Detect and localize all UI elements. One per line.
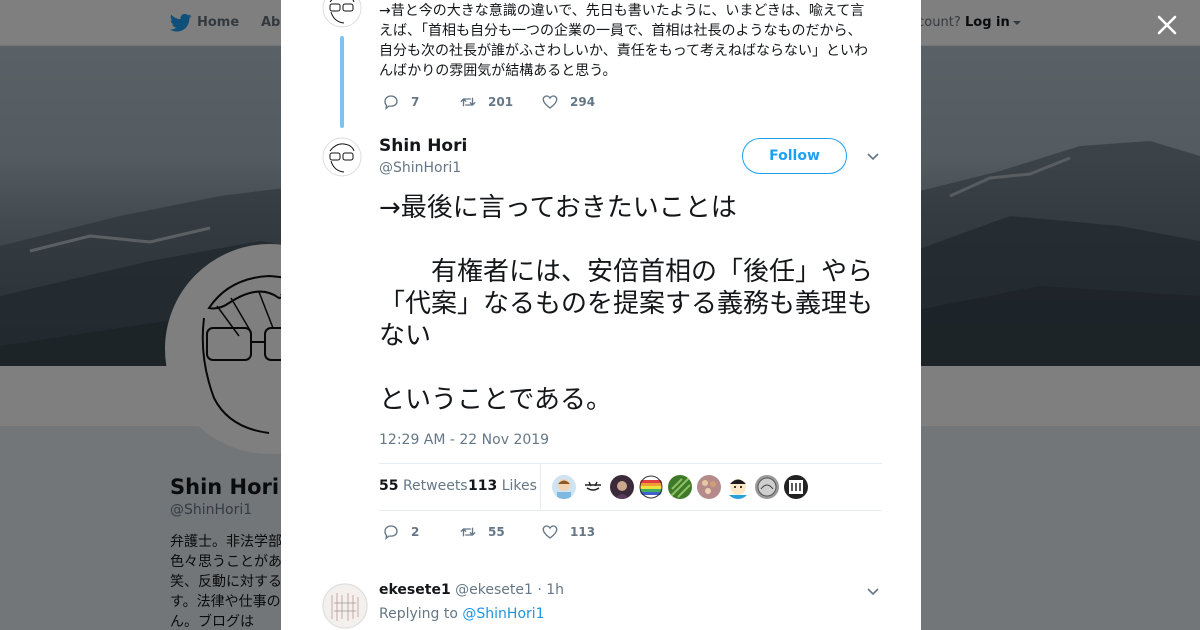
replying-to-link[interactable]: @ShinHori1 [462,606,544,622]
tweet-text: →最後に言っておきたいことは 有権者には、安倍首相の「後任」やら「代案」なるもの… [379,193,874,415]
likes-stat[interactable]: 113 Likes [468,478,537,494]
like-count: 113 [570,525,596,539]
previous-tweet-text: →昔と今の大きな意識の違いで、先日も書いたように、いまどきは、喩えて言えば、「首… [379,3,869,79]
reply-count: 7 [411,95,420,109]
retweets-label: Retweets [402,478,468,494]
reply-author[interactable]: ekesete1 @ekesete1 · 1h [379,582,564,598]
retweet-count: 201 [488,95,514,109]
retweet-button[interactable]: 201 [459,92,513,112]
reply-separator: · [532,582,547,598]
retweet-icon [460,527,476,537]
reply-author-name: ekesete1 [379,582,451,598]
reply-time[interactable]: 1h [546,582,564,598]
reply-count: 2 [411,525,420,539]
retweet-icon [460,97,476,107]
liker-avatar[interactable] [784,475,808,499]
liker-avatar[interactable] [581,475,605,499]
retweet-total: 55 [379,478,399,494]
like-count: 294 [570,95,596,109]
reply-button[interactable]: 2 [382,522,419,542]
liker-avatar[interactable] [610,475,634,499]
tweet-stats: 55 Retweets 113 Likes [379,463,882,511]
close-icon[interactable] [1152,10,1182,40]
tweet-author-name[interactable]: Shin Hori [379,136,467,156]
tweet-modal: →昔と今の大きな意識の違いで、先日も書いたように、いまどきは、喩えて言えば、「首… [281,0,921,630]
liker-avatar[interactable] [755,475,779,499]
like-icon [542,95,558,109]
tweet-actions: 2 55 113 [379,522,679,542]
replying-prefix: Replying to [379,606,463,622]
tweet-author-handle[interactable]: @ShinHori1 [379,160,461,176]
like-icon [542,525,558,539]
liker-avatar[interactable] [552,475,576,499]
avatar[interactable] [322,137,362,177]
likes-label: Likes [501,478,537,494]
reply-author-handle: @ekesete1 [455,582,533,598]
chevron-down-icon[interactable] [865,151,881,163]
stats-divider [540,464,541,510]
replying-to: Replying to @ShinHori1 [379,606,545,622]
like-button[interactable]: 294 [541,92,595,112]
reply-icon [384,95,398,111]
avatar[interactable] [322,0,362,28]
thread-connector-line [340,36,344,128]
retweet-button[interactable]: 55 [459,522,505,542]
reply-button[interactable]: 7 [382,92,419,112]
like-total: 113 [468,478,498,494]
previous-tweet-actions: 7 201 294 [379,92,679,112]
avatar[interactable] [322,583,368,629]
retweet-count: 55 [488,525,505,539]
reply-icon [384,525,398,541]
liker-avatar[interactable] [639,475,663,499]
retweets-stat[interactable]: 55 Retweets [379,478,468,494]
like-button[interactable]: 113 [541,522,595,542]
liker-avatar[interactable] [726,475,750,499]
liker-avatar[interactable] [668,475,692,499]
follow-button[interactable]: Follow [742,138,847,174]
liker-avatar[interactable] [697,475,721,499]
tweet-timestamp[interactable]: 12:29 AM - 22 Nov 2019 [379,432,549,448]
chevron-down-icon[interactable] [865,586,881,598]
